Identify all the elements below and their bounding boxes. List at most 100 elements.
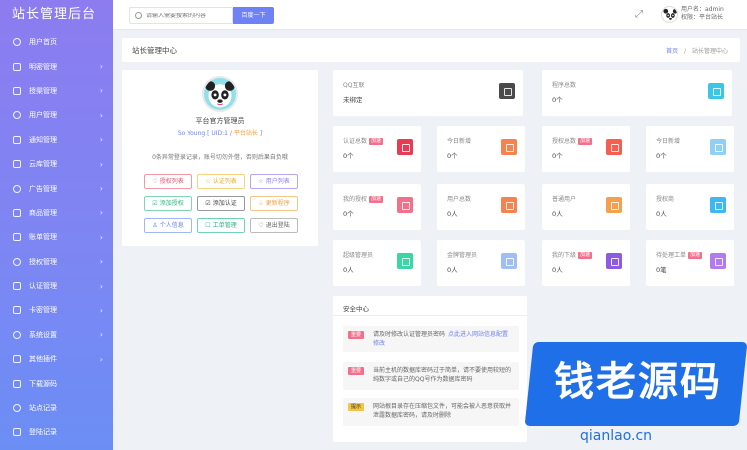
stat-title-text: 待处理工单 <box>656 252 687 259</box>
chevron-right-icon: › <box>99 232 103 242</box>
sidebar-item[interactable]: 云库管理 › <box>0 152 113 176</box>
sidebar-item-label: 系统设置 <box>29 330 57 339</box>
menu-icon <box>13 38 21 47</box>
menu-icon <box>13 208 21 217</box>
stat-tag: 加速 <box>369 138 384 145</box>
stat-card[interactable]: 程序总数 0个 <box>542 70 732 116</box>
stat-card[interactable]: 今日新增 0个 <box>646 126 734 172</box>
sidebar-item[interactable]: 授权管理 › <box>0 250 113 274</box>
stat-icon <box>501 197 517 213</box>
sidebar-item[interactable]: 登陆记录 <box>0 420 113 444</box>
profile-action-button[interactable]: ☑ 添加认证 <box>197 196 245 211</box>
stat-icon <box>710 253 726 269</box>
stat-title: 用户总数 <box>447 194 471 203</box>
stat-icon <box>397 197 413 213</box>
profile-level: 平台站长 <box>233 130 258 137</box>
profile-action-button[interactable]: ♡ 退出登陆 <box>250 218 298 233</box>
sidebar-item-label: 其他插件 <box>29 355 57 364</box>
fullscreen-icon[interactable]: ⤢ <box>635 9 643 20</box>
stat-title: 我的授权 加速 <box>343 194 384 203</box>
stat-card[interactable]: QQ互联 未绑定 <box>333 70 523 116</box>
menu-icon <box>13 233 21 242</box>
search-icon <box>135 12 142 19</box>
menu-icon <box>13 135 21 144</box>
chevron-right-icon: › <box>99 281 103 291</box>
sidebar-item[interactable]: 通知管理 › <box>0 128 113 152</box>
chevron-right-icon: › <box>99 330 103 340</box>
stat-card[interactable]: 授权总数 加速 0个 <box>542 126 630 172</box>
stat-card[interactable]: 待处理工单 加速 0笔 <box>646 240 734 286</box>
menu-icon <box>13 379 21 388</box>
stat-title: 金牌管理员 <box>447 250 477 259</box>
watermark-url: qianlao.cn <box>580 428 653 444</box>
stat-card[interactable]: 认证总数 加速 0个 <box>333 126 421 172</box>
stat-tag: 加速 <box>688 252 703 259</box>
security-tag: 提示 <box>348 403 365 411</box>
sidebar-item[interactable]: 账单管理 › <box>0 225 113 249</box>
stat-icon <box>710 139 726 155</box>
sidebar-item[interactable]: 广告管理 › <box>0 176 113 200</box>
security-text: 网站根目录存在压缩包文件，可能会被人恶意获取并泄露数据库密码，请及时删除 <box>373 403 512 419</box>
button-label: 工单管理 <box>212 222 237 229</box>
search-input[interactable] <box>146 12 224 19</box>
menu-icon <box>13 111 21 120</box>
sidebar-item[interactable]: 商品管理 › <box>0 201 113 225</box>
stat-value: 0个 <box>447 152 458 160</box>
profile-action-button[interactable]: ☐ 工单管理 <box>197 218 245 233</box>
search-button[interactable]: 百度一下 <box>233 7 274 24</box>
chevron-right-icon: › <box>99 110 103 120</box>
avatar[interactable] <box>661 6 678 23</box>
sidebar-item[interactable]: 站点记录 <box>0 396 113 420</box>
sidebar-item[interactable]: 用户管理 › <box>0 103 113 127</box>
profile-action-button[interactable]: ♙ 个人信息 <box>144 218 192 233</box>
profile-action-button[interactable]: ☆ 认证列表 <box>197 174 245 189</box>
stat-value: 0个 <box>343 152 354 160</box>
sidebar-item-label: 用户首页 <box>29 38 57 47</box>
breadcrumb: 首页 / 站长管理中心 <box>666 46 728 55</box>
button-label: 个人信息 <box>159 222 184 229</box>
sidebar-item[interactable]: 明密管理 › <box>0 54 113 78</box>
sidebar-item[interactable]: 下载源码 <box>0 371 113 395</box>
stat-value: 0人 <box>447 266 458 274</box>
stat-card[interactable]: 金牌管理员 0人 <box>437 240 525 286</box>
breadcrumb-home[interactable]: 首页 <box>666 48 678 55</box>
profile-action-button[interactable]: ♧ 更新程序 <box>250 196 298 211</box>
stat-card[interactable]: 今日新增 0个 <box>437 126 525 172</box>
stat-card[interactable]: 授权商 0人 <box>646 184 734 230</box>
sidebar-item[interactable]: 授渠管理 › <box>0 79 113 103</box>
stat-title-text: 今日新增 <box>447 138 472 145</box>
stat-icon <box>501 139 517 155</box>
stat-card[interactable]: 用户总数 0人 <box>437 184 525 230</box>
button-icon: ☑ <box>152 200 158 207</box>
stat-title-text: 我的下级 <box>552 252 577 259</box>
sidebar-item-label: 授权管理 <box>29 257 57 266</box>
menu-icon <box>13 428 21 437</box>
sidebar-item-label: 明密管理 <box>29 62 57 71</box>
sidebar-item-label: 云库管理 <box>29 160 57 169</box>
sidebar-item[interactable]: 认证管理 › <box>0 274 113 298</box>
button-icon: ♡ <box>258 222 264 229</box>
profile-actions: ♡ 授权列表 ☆ 认证列表 ☆ 用户列表 ☑ 添加授权 ☑ 添加认证 ♧ 更新程序 ♙ 个人信息 ☐ 工单管理… <box>144 174 300 233</box>
profile-card: 平台官方管理员 So Young [ UID:1 / 平台站长 ] 0条异常登录… <box>122 70 318 246</box>
stat-card[interactable]: 普通用户 0人 <box>542 184 630 230</box>
sidebar-item[interactable]: 其他插件 › <box>0 347 113 371</box>
profile-action-button[interactable]: ☑ 添加授权 <box>144 196 192 211</box>
chevron-right-icon: › <box>99 305 103 315</box>
watermark-text: 钱老源码 <box>554 359 722 405</box>
stat-icon <box>710 197 726 213</box>
profile-action-button[interactable]: ☆ 用户列表 <box>250 174 298 189</box>
stat-card[interactable]: 超级管理员 0人 <box>333 240 421 286</box>
sidebar-item-label: 站点记录 <box>29 404 57 413</box>
sidebar-item[interactable]: 系统设置 › <box>0 323 113 347</box>
profile-action-button[interactable]: ♡ 授权列表 <box>144 174 192 189</box>
sidebar-item[interactable]: 卡密管理 › <box>0 298 113 322</box>
sidebar-item[interactable]: 用户首页 <box>0 30 113 54</box>
stat-card[interactable]: 我的授权 加速 0个 <box>333 184 421 230</box>
menu-icon <box>13 330 21 339</box>
sidebar-item-label: 授渠管理 <box>29 86 57 95</box>
menu-icon <box>13 257 21 266</box>
chevron-right-icon: › <box>99 354 103 364</box>
stat-title-text: 认证总数 <box>343 138 368 145</box>
stat-card[interactable]: 我的下级 加速 0人 <box>542 240 630 286</box>
stat-title: 超级管理员 <box>343 250 373 259</box>
